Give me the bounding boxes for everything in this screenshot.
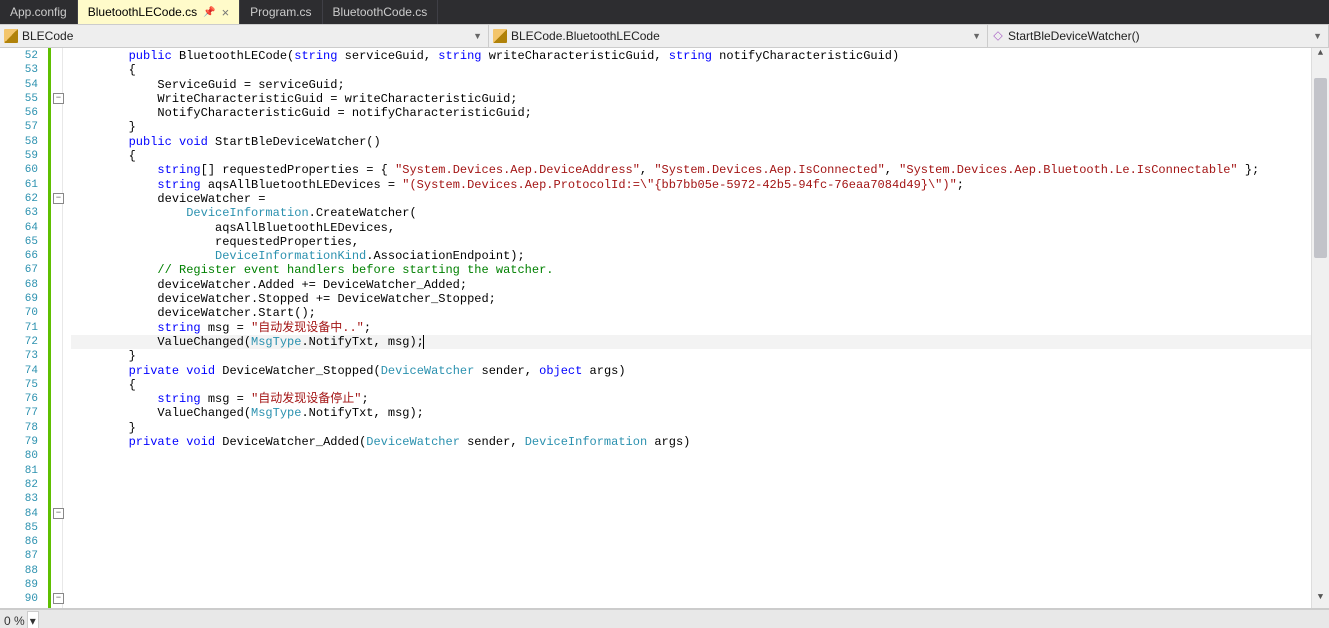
outline-collapse-box[interactable]: − bbox=[53, 93, 64, 104]
outline-collapse-box[interactable]: − bbox=[53, 593, 64, 604]
zoom-level: 0 % bbox=[4, 614, 25, 628]
chevron-down-icon: ▼ bbox=[1313, 31, 1322, 41]
zoom-dropdown[interactable]: ▾ bbox=[27, 611, 39, 628]
scope-dropdown[interactable]: BLECode ▼ bbox=[0, 25, 489, 47]
outline-collapse-box[interactable]: − bbox=[53, 508, 64, 519]
editor-margin: − − − − bbox=[42, 48, 63, 608]
pin-icon[interactable]: 📌 bbox=[203, 7, 215, 18]
tab-program[interactable]: Program.cs bbox=[240, 0, 322, 24]
member-dropdown[interactable]: StartBleDeviceWatcher() ▼ bbox=[988, 25, 1329, 47]
outline-collapse-box[interactable]: − bbox=[53, 193, 64, 204]
outlining-margin[interactable]: − − − − bbox=[54, 48, 62, 608]
scroll-up-icon[interactable]: ▲ bbox=[1312, 48, 1329, 64]
chevron-down-icon: ▼ bbox=[972, 31, 981, 41]
chevron-down-icon: ▼ bbox=[473, 31, 482, 41]
scroll-down-icon[interactable]: ▼ bbox=[1312, 592, 1329, 608]
code-editor[interactable]: 5253545556575859606162636465666768697071… bbox=[0, 48, 1329, 609]
line-number-gutter: 5253545556575859606162636465666768697071… bbox=[0, 48, 42, 608]
tab-bluetoothlecode[interactable]: BluetoothLECode.cs 📌 × bbox=[78, 0, 240, 24]
navigation-bar: BLECode ▼ BLECode.BluetoothLECode ▼ Star… bbox=[0, 24, 1329, 48]
document-tab-well: App.config BluetoothLECode.cs 📌 × Progra… bbox=[0, 0, 1329, 24]
vertical-scrollbar[interactable]: ▲ ▼ bbox=[1311, 48, 1329, 608]
project-icon bbox=[4, 29, 18, 43]
editor-status-bar: 0 % ▾ bbox=[0, 609, 1329, 628]
tab-bluetoothcode[interactable]: BluetoothCode.cs bbox=[323, 0, 439, 24]
code-surface[interactable]: public BluetoothLECode(string serviceGui… bbox=[63, 48, 1311, 608]
close-icon[interactable]: × bbox=[222, 5, 230, 20]
change-bar bbox=[48, 48, 51, 608]
scroll-thumb[interactable] bbox=[1314, 78, 1327, 258]
class-dropdown[interactable]: BLECode.BluetoothLECode ▼ bbox=[489, 25, 988, 47]
method-icon bbox=[993, 31, 1002, 40]
tab-app-config[interactable]: App.config bbox=[0, 0, 78, 24]
class-icon bbox=[493, 29, 507, 43]
